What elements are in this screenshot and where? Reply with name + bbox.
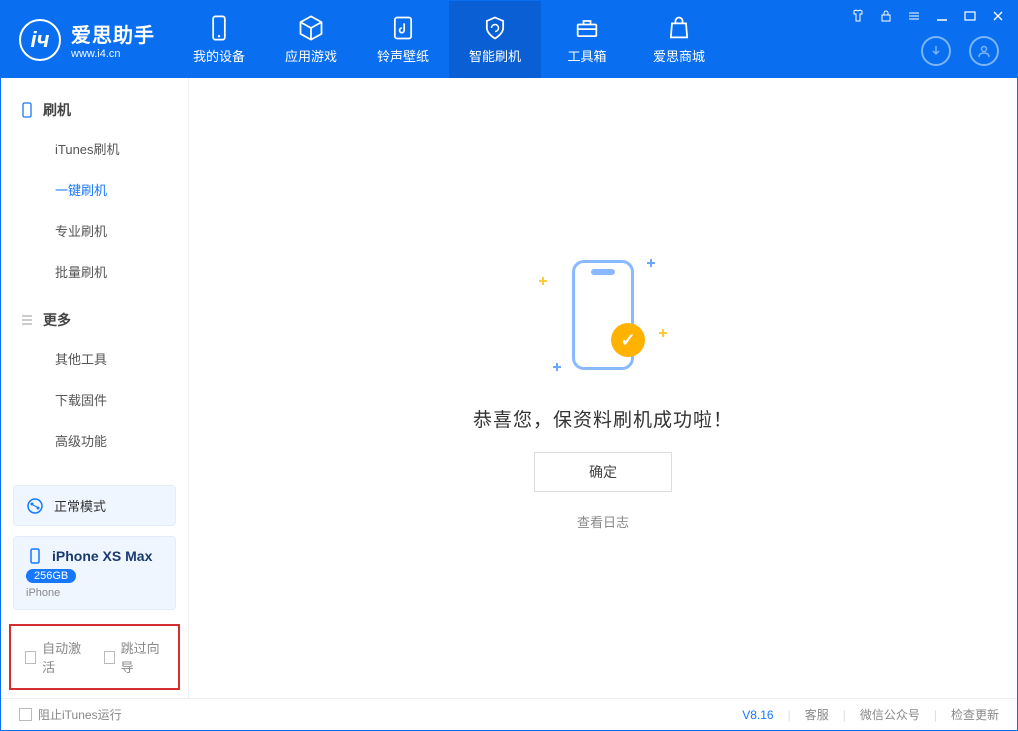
main-content: ✓ 恭喜您，保资料刷机成功啦！ 确定 查看日志 bbox=[189, 78, 1017, 698]
options-highlight-box: 自动激活 跳过向导 bbox=[9, 624, 180, 690]
check-badge-icon: ✓ bbox=[611, 323, 645, 357]
nav-my-device[interactable]: 我的设备 bbox=[173, 1, 265, 78]
sidebar-item-onekey[interactable]: 一键刷机 bbox=[1, 169, 188, 210]
menu-icon[interactable] bbox=[907, 9, 921, 23]
toolbox-icon bbox=[573, 14, 601, 42]
device-phone-icon bbox=[26, 547, 44, 565]
version-label: V8.16 bbox=[742, 708, 773, 722]
footer-update-link[interactable]: 检查更新 bbox=[951, 706, 999, 723]
cube-icon bbox=[297, 14, 325, 42]
sidebar-item-batch[interactable]: 批量刷机 bbox=[1, 251, 188, 292]
checkbox-icon bbox=[25, 651, 36, 664]
sparkle-icon bbox=[647, 259, 655, 267]
sidebar-item-other-tools[interactable]: 其他工具 bbox=[1, 338, 188, 379]
view-log-link[interactable]: 查看日志 bbox=[577, 512, 629, 531]
music-icon bbox=[389, 14, 417, 42]
close-button[interactable] bbox=[991, 9, 1005, 23]
nav-apps[interactable]: 应用游戏 bbox=[265, 1, 357, 78]
footer-service-link[interactable]: 客服 bbox=[805, 706, 829, 723]
status-bar: 阻止iTunes运行 V8.16 | 客服 | 微信公众号 | 检查更新 bbox=[1, 698, 1017, 730]
maximize-button[interactable] bbox=[963, 9, 977, 23]
nav-mall[interactable]: 爱思商城 bbox=[633, 1, 725, 78]
mode-card[interactable]: 正常模式 bbox=[13, 485, 176, 526]
sidebar-item-pro[interactable]: 专业刷机 bbox=[1, 210, 188, 251]
sidebar-group-more: 更多 bbox=[1, 302, 188, 338]
bag-icon bbox=[665, 14, 693, 42]
account-button[interactable] bbox=[969, 36, 999, 66]
app-header: iч 爱思助手 www.i4.cn 我的设备 应用游戏 铃声壁纸 智能刷机 工具… bbox=[1, 1, 1017, 78]
success-illustration: ✓ bbox=[533, 245, 673, 385]
tshirt-icon[interactable] bbox=[851, 9, 865, 23]
block-itunes-checkbox[interactable]: 阻止iTunes运行 bbox=[19, 706, 122, 723]
header-right-actions bbox=[921, 36, 999, 66]
list-icon bbox=[19, 312, 35, 328]
shield-refresh-icon bbox=[481, 14, 509, 42]
sidebar: 刷机 iTunes刷机 一键刷机 专业刷机 批量刷机 更多 其他工具 下载固件 … bbox=[1, 78, 189, 698]
nav-tools[interactable]: 工具箱 bbox=[541, 1, 633, 78]
logo: iч 爱思助手 www.i4.cn bbox=[1, 1, 173, 78]
sidebar-item-itunes[interactable]: iTunes刷机 bbox=[1, 128, 188, 169]
download-button[interactable] bbox=[921, 36, 951, 66]
device-card[interactable]: iPhone XS Max 256GB iPhone bbox=[13, 536, 176, 610]
skip-guide-checkbox[interactable]: 跳过向导 bbox=[104, 638, 165, 676]
auto-activate-checkbox[interactable]: 自动激活 bbox=[25, 638, 86, 676]
phone-icon bbox=[205, 14, 233, 42]
app-url: www.i4.cn bbox=[71, 48, 155, 60]
sidebar-group-flash: 刷机 bbox=[1, 92, 188, 128]
sparkle-icon bbox=[539, 277, 547, 285]
app-name: 爱思助手 bbox=[71, 19, 155, 48]
nav-flash[interactable]: 智能刷机 bbox=[449, 1, 541, 78]
sparkle-icon bbox=[553, 363, 561, 371]
top-nav: 我的设备 应用游戏 铃声壁纸 智能刷机 工具箱 爱思商城 bbox=[173, 1, 725, 78]
ok-button[interactable]: 确定 bbox=[534, 452, 672, 492]
device-name: iPhone XS Max bbox=[52, 548, 152, 564]
footer-wechat-link[interactable]: 微信公众号 bbox=[860, 706, 920, 723]
logo-icon: iч bbox=[19, 19, 61, 61]
window-controls bbox=[851, 9, 1005, 23]
nav-ringtone[interactable]: 铃声壁纸 bbox=[357, 1, 449, 78]
success-message: 恭喜您，保资料刷机成功啦！ bbox=[473, 405, 733, 432]
checkbox-icon bbox=[19, 708, 32, 721]
device-type: iPhone bbox=[26, 587, 60, 599]
sparkle-icon bbox=[659, 329, 667, 337]
phone-small-icon bbox=[19, 102, 35, 118]
minimize-button[interactable] bbox=[935, 9, 949, 23]
lock-icon[interactable] bbox=[879, 9, 893, 23]
sidebar-item-advanced[interactable]: 高级功能 bbox=[1, 420, 188, 461]
mode-label: 正常模式 bbox=[54, 496, 106, 515]
device-capacity: 256GB bbox=[26, 569, 76, 583]
sidebar-item-firmware[interactable]: 下载固件 bbox=[1, 379, 188, 420]
checkbox-icon bbox=[104, 651, 115, 664]
mode-icon bbox=[26, 497, 44, 515]
